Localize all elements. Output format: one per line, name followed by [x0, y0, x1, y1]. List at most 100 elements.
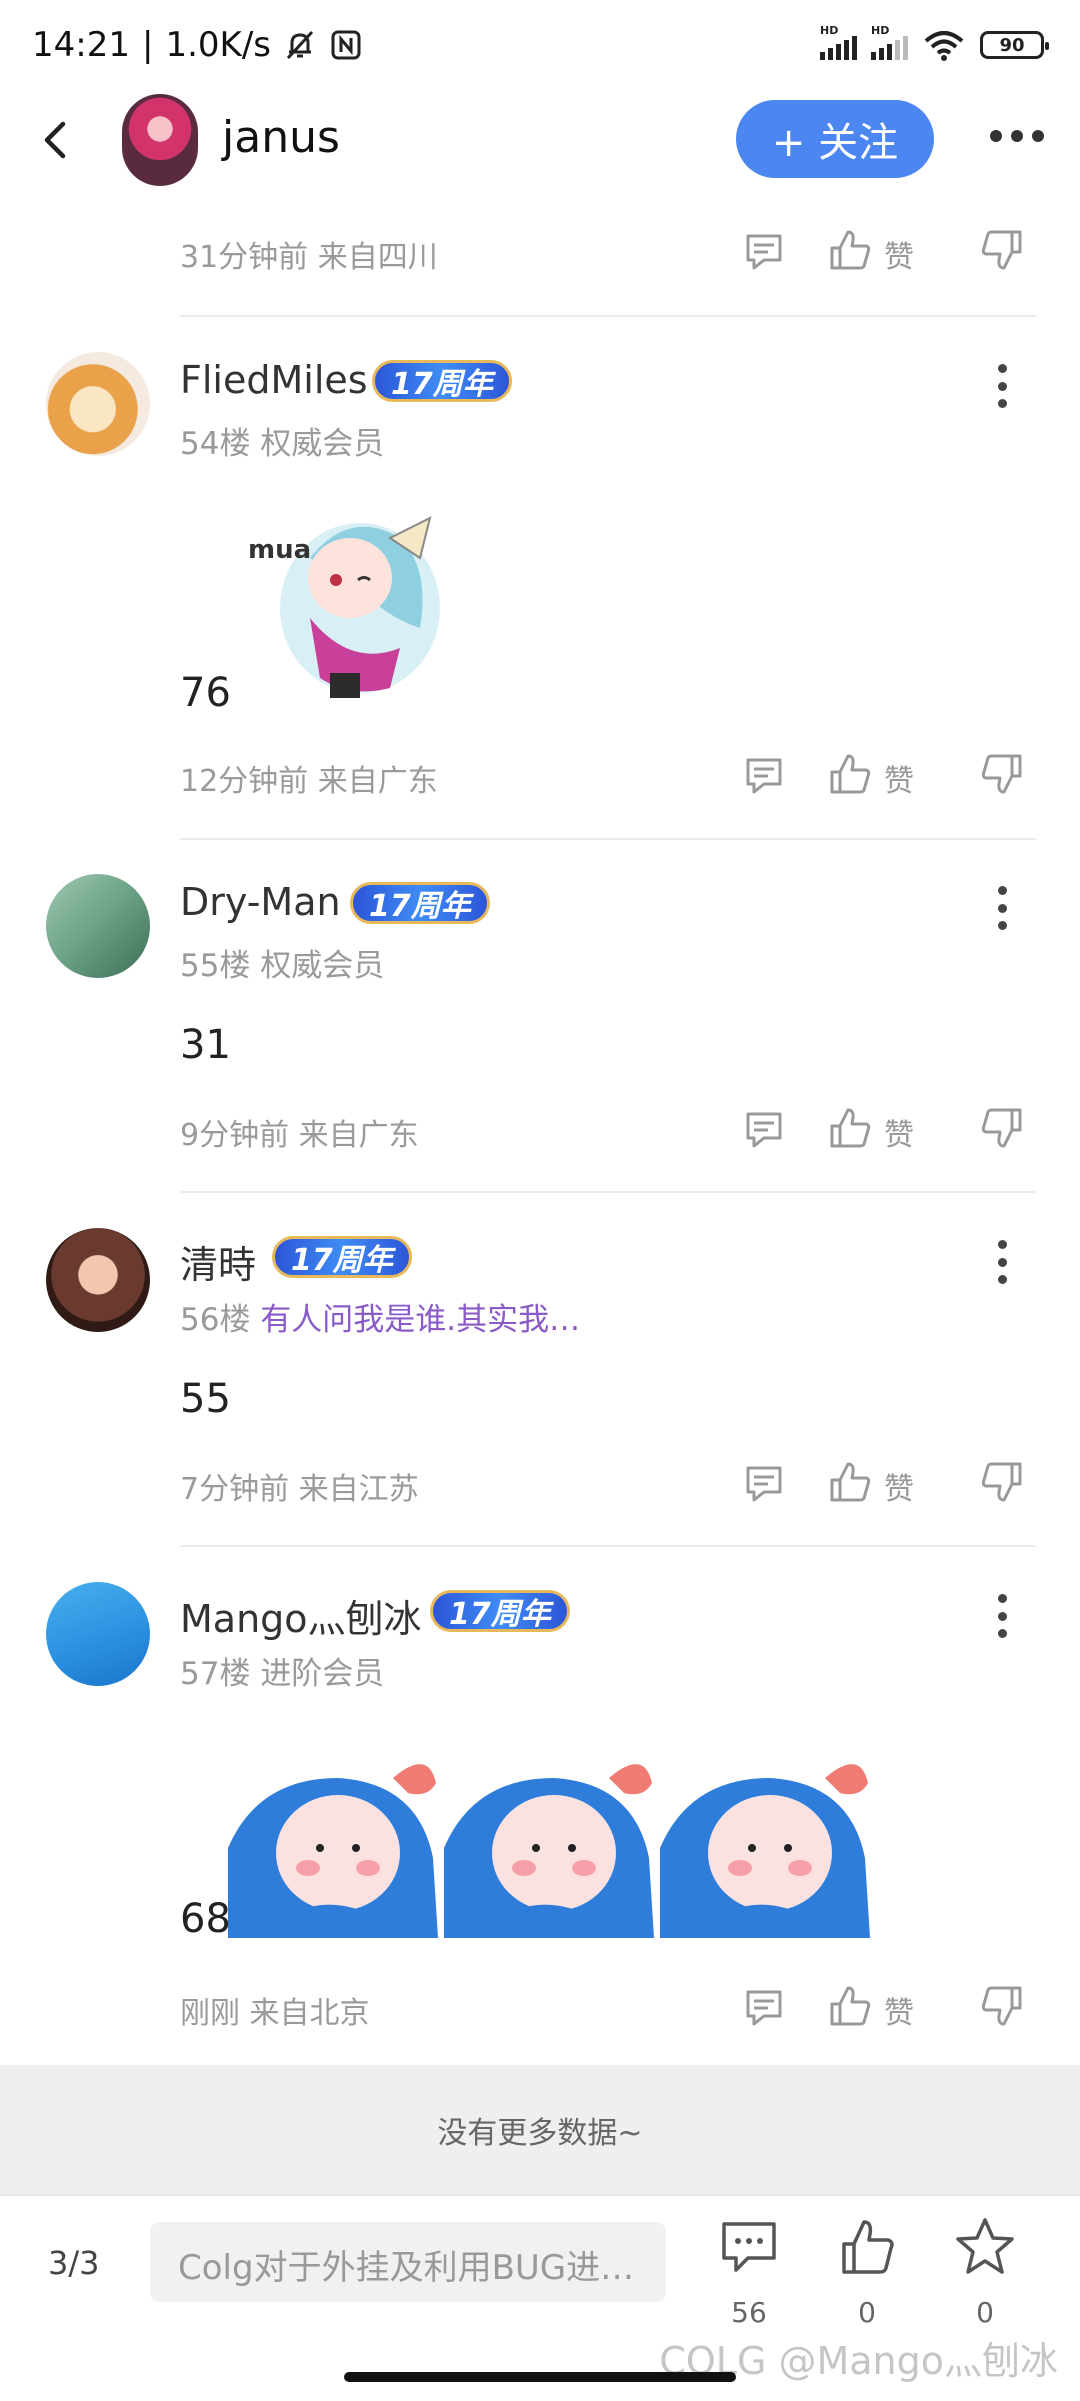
home-indicator[interactable]: [344, 2372, 736, 2382]
like-icon[interactable]: [826, 1458, 874, 1506]
post-meta: 12分钟前 来自广东: [180, 764, 438, 799]
anniversary-badge: 17周年: [272, 1236, 412, 1278]
sticker-caption: mua: [248, 535, 311, 565]
post-meta-row: 7分钟前 来自江苏 赞: [0, 1454, 1080, 1514]
dislike-icon[interactable]: [978, 750, 1026, 798]
more-options-button[interactable]: [990, 130, 1044, 142]
username[interactable]: Mango灬刨冰: [180, 1588, 422, 1643]
hd-label-1: HD: [820, 24, 839, 37]
post-meta: 刚刚 来自北京: [180, 1996, 370, 2031]
member-role: 权威会员: [260, 948, 385, 984]
author-avatar[interactable]: [122, 94, 198, 186]
post-meta: 31分钟前 来自四川: [180, 240, 438, 275]
comment-icon[interactable]: [714, 2216, 784, 2278]
post-content: 55: [180, 1376, 231, 1422]
anniversary-badge: 17周年: [350, 882, 490, 924]
post-meta-row: 12分钟前 来自广东 赞: [0, 746, 1080, 806]
reply-icon[interactable]: [740, 1106, 788, 1154]
post-divider: [180, 1191, 1036, 1193]
status-separator: |: [141, 25, 154, 65]
signal-1-icon: HD: [820, 24, 857, 60]
like-label[interactable]: 赞: [884, 1110, 914, 1154]
no-more-data: 没有更多数据~: [0, 2065, 1080, 2195]
post-more-button[interactable]: [992, 1594, 1012, 1638]
signal-2-icon: HD: [871, 24, 908, 60]
member-signature: 有人问我是谁.其实我…: [260, 1302, 581, 1338]
post-more-button[interactable]: [992, 886, 1012, 930]
user-avatar[interactable]: [46, 1582, 150, 1686]
like-label[interactable]: 赞: [884, 232, 914, 276]
dislike-icon[interactable]: [978, 1458, 1026, 1506]
member-role: 进阶会员: [260, 1656, 385, 1692]
sticker-image: [444, 1764, 654, 1938]
like-icon[interactable]: [826, 1982, 874, 2030]
status-right: HD HD 90: [820, 24, 1049, 61]
anniversary-badge: 17周年: [430, 1590, 570, 1632]
reply-icon[interactable]: [740, 752, 788, 800]
like-icon[interactable]: [826, 226, 874, 274]
dislike-icon[interactable]: [978, 1104, 1026, 1152]
like-label[interactable]: 赞: [884, 1988, 914, 2032]
like-label[interactable]: 赞: [884, 1464, 914, 1508]
floor-number: 56楼: [180, 1302, 251, 1338]
reply-icon[interactable]: [740, 1460, 788, 1508]
floor-info: 54楼 权威会员: [180, 418, 384, 463]
sticker-image: [228, 1764, 438, 1938]
follow-button[interactable]: + 关注: [736, 100, 934, 178]
username[interactable]: 清時: [180, 1234, 256, 1289]
floor-number: 57楼: [180, 1656, 251, 1692]
reply-icon[interactable]: [740, 1984, 788, 2032]
floor-info: 57楼 进阶会员: [180, 1648, 384, 1693]
like-icon[interactable]: [832, 2216, 902, 2278]
wifi-icon: [924, 31, 964, 61]
status-bar: 14:21 | 1.0K/s HD HD 90: [0, 0, 1080, 90]
hd-label-2: HD: [871, 24, 890, 37]
status-net-speed: 1.0K/s: [165, 25, 271, 65]
status-left: 14:21 | 1.0K/s: [32, 25, 363, 65]
page-indicator[interactable]: 3/3: [48, 2244, 100, 2282]
post-divider: [180, 838, 1036, 840]
reply-icon[interactable]: [740, 228, 788, 276]
post-content: 76: [180, 670, 231, 716]
like-icon[interactable]: [826, 750, 874, 798]
user-avatar[interactable]: [46, 1228, 150, 1332]
like-count: 0: [858, 2296, 876, 2329]
post-meta-row: 9分钟前 来自广东 赞: [0, 1100, 1080, 1160]
post-content: 68: [180, 1896, 231, 1942]
username[interactable]: FliedMiles: [180, 358, 368, 402]
like-label[interactable]: 赞: [884, 756, 914, 800]
floor-info: 56楼 有人问我是谁.其实我…: [180, 1294, 580, 1339]
post-content: 31: [180, 1022, 231, 1068]
member-role: 权威会员: [260, 426, 385, 462]
user-avatar[interactable]: [46, 352, 150, 456]
anniversary-badge: 17周年: [372, 360, 512, 402]
back-icon: [44, 121, 66, 159]
post-meta: 7分钟前 来自江苏: [180, 1472, 419, 1507]
floor-number: 54楼: [180, 426, 251, 462]
user-avatar[interactable]: [46, 874, 150, 978]
post-more-button[interactable]: [992, 364, 1012, 408]
thread-title-input[interactable]: Colg对于外挂及利用BUG进…: [150, 2222, 666, 2302]
nfc-icon: [331, 30, 361, 60]
like-icon[interactable]: [826, 1104, 874, 1152]
sticker-image: [660, 1764, 870, 1938]
post-divider: [180, 1545, 1036, 1547]
battery-level: 90: [999, 34, 1025, 56]
favorite-count: 0: [976, 2296, 994, 2329]
author-name[interactable]: janus: [222, 112, 340, 163]
post-more-button[interactable]: [992, 1240, 1012, 1284]
comment-count: 56: [731, 2296, 767, 2329]
dislike-icon[interactable]: [978, 1982, 1026, 2030]
post-meta-row: 31分钟前 来自四川 赞: [0, 222, 1080, 282]
thread-header: janus + 关注: [0, 90, 1080, 190]
sticker-image: mua: [248, 516, 440, 698]
username[interactable]: Dry-Man: [180, 880, 341, 924]
floor-info: 55楼 权威会员: [180, 940, 384, 985]
dislike-icon[interactable]: [978, 226, 1026, 274]
post-meta: 9分钟前 来自广东: [180, 1118, 419, 1153]
star-icon[interactable]: [950, 2216, 1020, 2278]
back-button[interactable]: [34, 118, 78, 162]
post-divider: [180, 315, 1036, 317]
floor-number: 55楼: [180, 948, 251, 984]
status-time: 14:21: [32, 25, 130, 65]
